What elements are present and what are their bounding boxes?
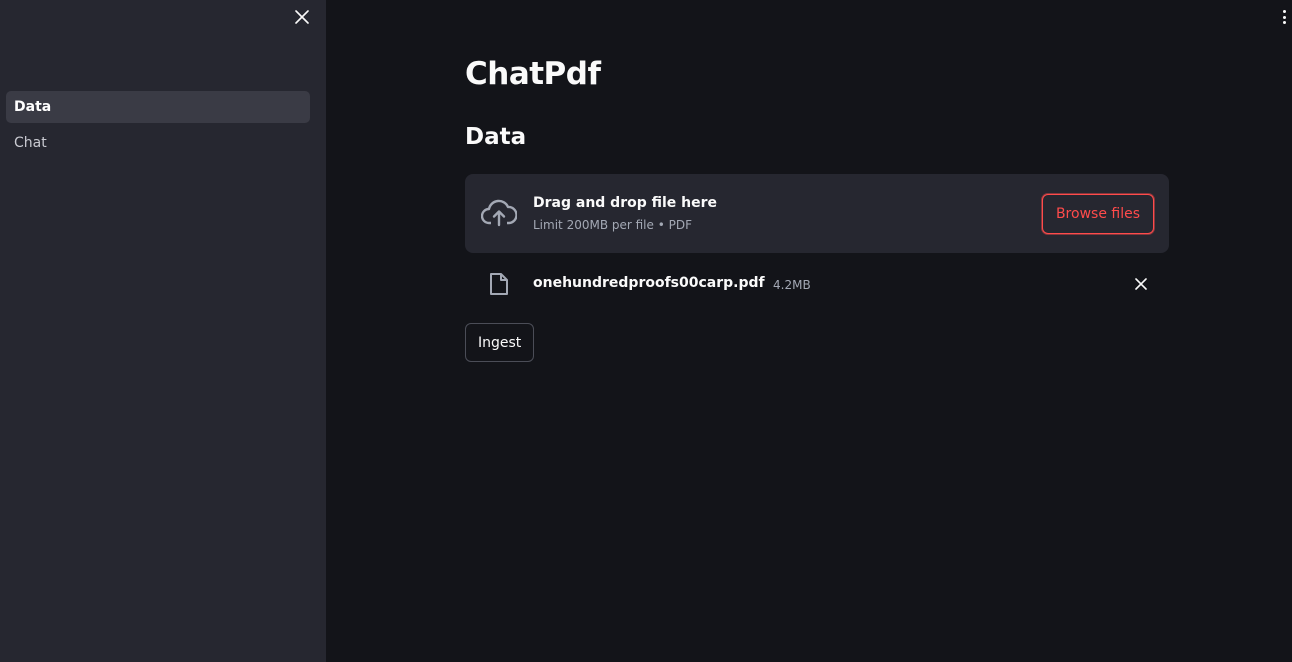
file-icon (489, 272, 509, 296)
sidebar-item-label: Chat (14, 135, 47, 151)
sidebar-item-label: Data (14, 99, 52, 115)
sidebar: Data Chat (0, 0, 326, 662)
close-icon[interactable] (292, 7, 312, 27)
uploaded-file-row: onehundredproofs00carp.pdf 4.2MB (465, 268, 1169, 300)
vertical-ellipsis-icon[interactable] (1278, 8, 1290, 26)
sidebar-item-data[interactable]: Data (6, 91, 310, 123)
file-name: onehundredproofs00carp.pdf (533, 275, 765, 291)
section-title: Data (465, 124, 527, 150)
file-dropzone[interactable]: Drag and drop file here Limit 200MB per … (465, 174, 1169, 253)
app-root: Data Chat ChatPdf Data Drag and drop fil… (0, 0, 1292, 662)
file-size: 4.2MB (773, 278, 811, 292)
cloud-upload-icon (480, 199, 518, 227)
close-icon[interactable] (1131, 274, 1151, 294)
browse-files-button[interactable]: Browse files (1041, 194, 1154, 234)
dropzone-limit: Limit 200MB per file • PDF (533, 218, 692, 232)
dropzone-text: Drag and drop file here Limit 200MB per … (533, 194, 717, 232)
ingest-button[interactable]: Ingest (465, 323, 535, 362)
dropzone-instruction: Drag and drop file here (533, 195, 718, 211)
page-title: ChatPdf (465, 56, 601, 92)
sidebar-item-chat[interactable]: Chat (6, 127, 310, 159)
sidebar-nav: Data Chat (6, 91, 310, 163)
